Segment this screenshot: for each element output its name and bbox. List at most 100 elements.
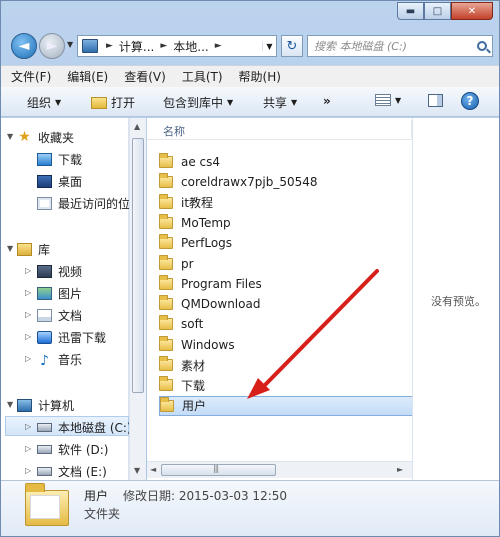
preview-pane-button[interactable] <box>428 94 443 107</box>
nav-item-videos[interactable]: 视频 <box>37 262 82 280</box>
file-row[interactable]: PerfLogs20 <box>159 233 430 253</box>
close-button[interactable]: ✕ <box>451 2 493 20</box>
breadcrumb-local-disk[interactable]: 本地... <box>171 38 210 55</box>
file-row[interactable]: soft20 <box>159 314 430 334</box>
nav-item-drive-e[interactable]: 文档 (E:) <box>37 462 107 480</box>
address-separator[interactable]: ► <box>102 41 117 51</box>
nav-libraries[interactable]: 库 <box>17 240 50 258</box>
forward-button[interactable]: ► <box>39 33 65 59</box>
file-row[interactable]: Program Files20 <box>159 274 430 294</box>
address-dropdown[interactable]: ▼ <box>262 41 276 51</box>
organize-button[interactable]: 组织 ▼ <box>27 94 61 111</box>
minimize-button[interactable]: ▬ <box>397 2 424 20</box>
folder-icon <box>25 483 69 526</box>
collapsed-icon[interactable]: ▷ <box>25 310 31 319</box>
file-row[interactable]: pr20 <box>159 254 430 274</box>
scroll-down-arrow[interactable]: ▼ <box>134 466 140 475</box>
scroll-left-arrow[interactable]: ◄ <box>150 465 156 474</box>
collapsed-icon[interactable]: ▷ <box>25 288 31 297</box>
nav-computer[interactable]: 计算机 <box>17 396 74 414</box>
menu-help[interactable]: 帮助(H) <box>239 68 281 85</box>
nav-item-drive-d[interactable]: 软件 (D:) <box>37 440 108 458</box>
file-list: 名称 修 ae cs420coreldrawx7pjb_5054820it教程2… <box>147 118 431 480</box>
address-separator[interactable]: ► <box>156 41 171 51</box>
file-row[interactable]: coreldrawx7pjb_5054820 <box>159 172 430 192</box>
drive-icon <box>37 466 52 476</box>
folder-icon <box>159 254 173 270</box>
collapsed-icon[interactable]: ▷ <box>25 444 31 453</box>
collapsed-icon[interactable]: ▷ <box>25 266 31 275</box>
menu-tools[interactable]: 工具(T) <box>182 68 223 85</box>
collapsed-icon[interactable]: ▷ <box>25 422 31 431</box>
recent-pages-dropdown[interactable]: ▼ <box>67 40 73 49</box>
folder-icon <box>159 295 173 311</box>
nav-item-pictures[interactable]: 图片 <box>37 284 82 302</box>
computer-icon <box>82 39 98 53</box>
share-button[interactable]: 共享 ▼ <box>263 94 297 111</box>
nav-computer-label: 计算机 <box>38 398 75 413</box>
view-options-button[interactable]: ▼ <box>375 94 401 106</box>
scroll-right-arrow[interactable]: ► <box>397 465 403 474</box>
nav-favorites-label: 收藏夹 <box>38 130 75 145</box>
column-header-name[interactable]: 名称 <box>163 123 185 139</box>
scrollbar-thumb[interactable] <box>161 464 276 476</box>
more-commands-button[interactable]: » <box>323 94 331 108</box>
nav-item-documents[interactable]: 文档 <box>37 306 82 324</box>
help-button[interactable]: ? <box>461 92 479 110</box>
file-row[interactable]: Windows20 <box>159 335 430 355</box>
video-icon <box>37 264 52 278</box>
file-row[interactable]: 素材20 <box>159 355 430 375</box>
expand-favorites-icon[interactable]: ▼ <box>7 132 13 141</box>
include-in-library-button[interactable]: 包含到库中 ▼ <box>163 94 233 111</box>
file-list-horizontal-scrollbar[interactable]: ◄ ||| ► <box>147 461 412 478</box>
search-icon[interactable] <box>477 41 487 51</box>
collapsed-icon[interactable]: ▷ <box>25 466 31 475</box>
open-button[interactable]: 打开 <box>91 94 135 111</box>
maximize-button[interactable]: □ <box>424 2 451 20</box>
scrollbar-thumb[interactable] <box>132 138 144 393</box>
file-row[interactable]: 下载20 <box>159 375 430 395</box>
file-row[interactable]: MoTemp20 <box>159 213 430 233</box>
file-row-name: Program Files <box>181 276 262 291</box>
back-button[interactable]: ◄ <box>11 33 37 59</box>
address-bar[interactable]: ► 计算... ► 本地... ► ▼ <box>77 35 277 57</box>
refresh-button[interactable]: ↻ <box>281 35 303 57</box>
downloads-icon <box>37 152 52 166</box>
menu-edit[interactable]: 编辑(E) <box>67 68 108 85</box>
nav-item-label: 本地磁盘 (C:) <box>58 420 132 435</box>
details-modified: 修改日期: 2015-03-03 12:50 <box>123 487 287 504</box>
scroll-up-arrow[interactable]: ▲ <box>134 122 140 131</box>
recent-places-icon <box>37 196 52 210</box>
drive-icon <box>37 444 52 454</box>
organize-label: 组织 <box>27 96 52 110</box>
nav-favorites[interactable]: ★ 收藏夹 <box>17 128 74 146</box>
nav-item-music[interactable]: ♪ 音乐 <box>37 350 82 369</box>
file-row[interactable]: it教程20 <box>159 193 430 213</box>
file-row[interactable]: ae cs420 <box>159 152 430 172</box>
file-row[interactable]: 用户20 <box>159 395 431 416</box>
navigation-pane-scrollbar[interactable]: ▲ ▼ <box>129 118 146 480</box>
breadcrumb-computer[interactable]: 计算... <box>117 38 156 55</box>
navigation-row: ◄ ► ▼ ► 计算... ► 本地... ► ▼ ↻ 搜索 本地磁盘 (C:) <box>1 27 499 63</box>
preview-message: 没有预览。 <box>431 295 486 308</box>
nav-item-drive-c[interactable]: 本地磁盘 (C:) <box>37 418 132 436</box>
nav-libraries-label: 库 <box>38 242 51 257</box>
nav-item-recent[interactable]: 最近访问的位 <box>37 194 130 212</box>
nav-item-desktop[interactable]: 桌面 <box>37 172 82 190</box>
collapsed-icon[interactable]: ▷ <box>25 332 31 341</box>
file-row-name: 素材 <box>181 358 206 373</box>
menu-bar: 文件(F) 编辑(E) 查看(V) 工具(T) 帮助(H) <box>1 65 499 87</box>
collapsed-icon[interactable]: ▷ <box>25 354 31 363</box>
address-separator[interactable]: ► <box>211 41 226 51</box>
nav-item-label: 视频 <box>58 264 83 279</box>
open-label: 打开 <box>111 96 136 110</box>
expand-libraries-icon[interactable]: ▼ <box>7 244 13 253</box>
expand-computer-icon[interactable]: ▼ <box>7 400 13 409</box>
nav-item-downloads[interactable]: 下载 <box>37 150 82 168</box>
menu-file[interactable]: 文件(F) <box>11 68 51 85</box>
nav-item-thunder-downloads[interactable]: 迅雷下载 <box>37 328 106 346</box>
search-input[interactable]: 搜索 本地磁盘 (C:) <box>307 35 493 57</box>
file-row[interactable]: QMDownload20 <box>159 294 430 314</box>
caption-buttons: ▬ □ ✕ <box>397 2 493 20</box>
menu-view[interactable]: 查看(V) <box>124 68 166 85</box>
